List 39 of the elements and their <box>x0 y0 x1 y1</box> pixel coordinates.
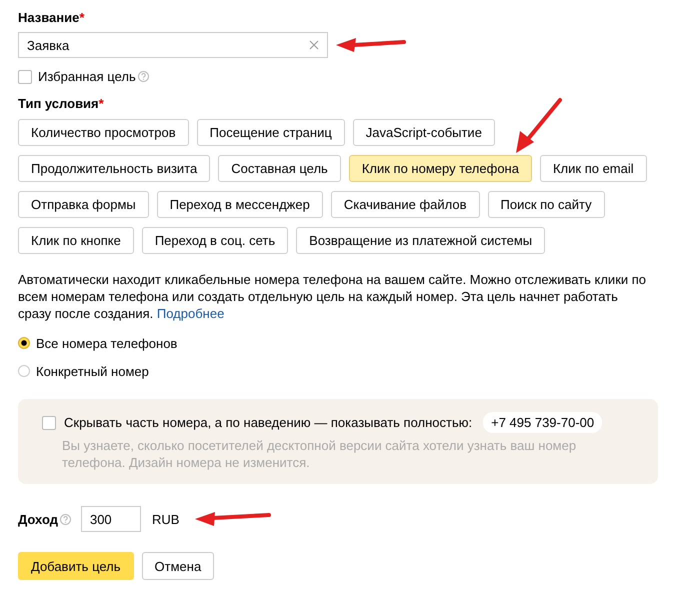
phone-number-chip: +7 495 739-70-00 <box>483 412 602 433</box>
condition-type-button[interactable]: Посещение страниц <box>196 119 345 146</box>
field-label: Тип условия* <box>18 96 104 111</box>
currency-label: RUB <box>152 512 180 526</box>
radio-label: Конкретный номер <box>36 364 149 378</box>
field-label: Название* <box>18 10 84 25</box>
checkbox[interactable] <box>18 70 32 84</box>
more-link[interactable]: Подробнее <box>156 306 224 321</box>
condition-type-button[interactable]: Возвращение из платежной системы <box>296 227 546 254</box>
condition-type-button[interactable]: Переход в мессенджер <box>156 191 323 218</box>
add-goal-button[interactable]: Добавить цель <box>18 552 134 580</box>
hint-text: Вы узнаете, сколько посетителей десктопной версии сайта хотели узнать ваш номер телефона. Дизайн номера не изменится. <box>62 437 578 471</box>
field-label: Доход <box>18 512 58 526</box>
condition-type-button[interactable]: Отправка формы <box>18 191 149 218</box>
condition-type-button[interactable]: Составная цель <box>218 155 341 182</box>
condition-type-button[interactable]: Поиск по сайту <box>488 191 605 218</box>
condition-type-button[interactable]: Переход в соц. сеть <box>142 227 288 254</box>
radio-button[interactable] <box>18 365 30 377</box>
condition-type-button[interactable]: Скачивание файлов <box>330 191 480 218</box>
condition-type-button[interactable]: JavaScript-событие <box>352 119 495 146</box>
condition-type-button[interactable]: Количество просмотров <box>18 119 189 146</box>
description-text: Автоматически находит кликабельные номера телефона на вашем сайте. Можно отслеживать клики по всем номерам телефона или создать отдельную цель на каждый номер. Эта цель начнет работать сразу после создания. Подробнее <box>18 271 648 322</box>
help-icon[interactable] <box>60 514 71 524</box>
checkbox-label: Избранная цель <box>38 69 136 84</box>
condition-type-button[interactable]: Клик по номеру телефона <box>348 155 532 182</box>
annotation-arrow <box>336 37 406 53</box>
checkbox[interactable] <box>42 416 56 430</box>
checkbox-label: Скрывать часть номера, а по наведению — показывать полностью: <box>64 415 472 430</box>
condition-type-button[interactable]: Клик по email <box>540 155 647 182</box>
condition-type-button[interactable]: Клик по кнопке <box>18 227 134 254</box>
cancel-button[interactable]: Отмена <box>142 552 214 580</box>
condition-type-button[interactable]: Продолжительность визита <box>18 155 210 182</box>
clear-icon[interactable] <box>309 40 319 50</box>
radio-label: Все номера телефонов <box>36 336 178 350</box>
annotation-arrow <box>514 97 564 155</box>
radio-button[interactable] <box>18 337 30 349</box>
revenue-field[interactable]: 300 <box>80 506 141 532</box>
help-icon[interactable] <box>138 71 149 82</box>
name-field[interactable]: Заявка <box>18 32 328 58</box>
